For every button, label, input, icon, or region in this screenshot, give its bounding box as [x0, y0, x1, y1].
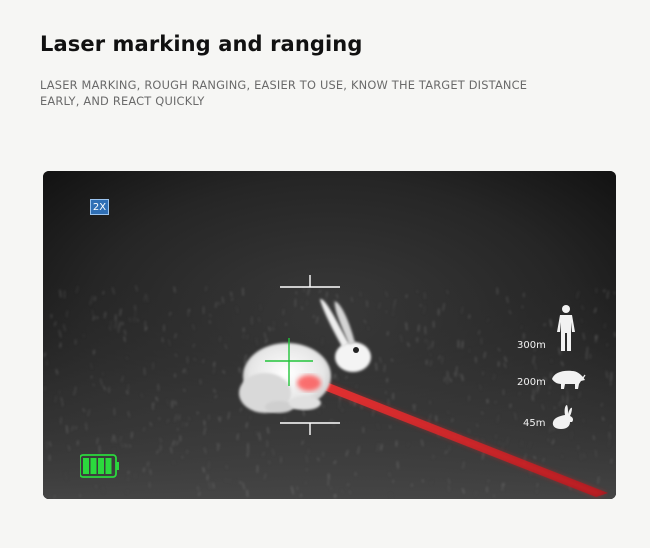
zoom-level-badge: 2X [90, 199, 109, 215]
range-label-rabbit: 45m [523, 418, 546, 429]
scope-view: 2X 300m 200m 45m [43, 171, 616, 499]
human-icon [557, 305, 575, 351]
boar-icon [552, 370, 586, 389]
rabbit-icon [552, 405, 574, 429]
range-label-boar: 200m [517, 377, 546, 388]
thermal-scene [43, 171, 616, 499]
range-label-human: 300m [517, 340, 546, 351]
page-title: Laser marking and ranging [40, 32, 363, 56]
battery-full-icon [80, 454, 119, 478]
page-subtitle: LASER MARKING, ROUGH RANGING, EASIER TO … [40, 78, 528, 108]
